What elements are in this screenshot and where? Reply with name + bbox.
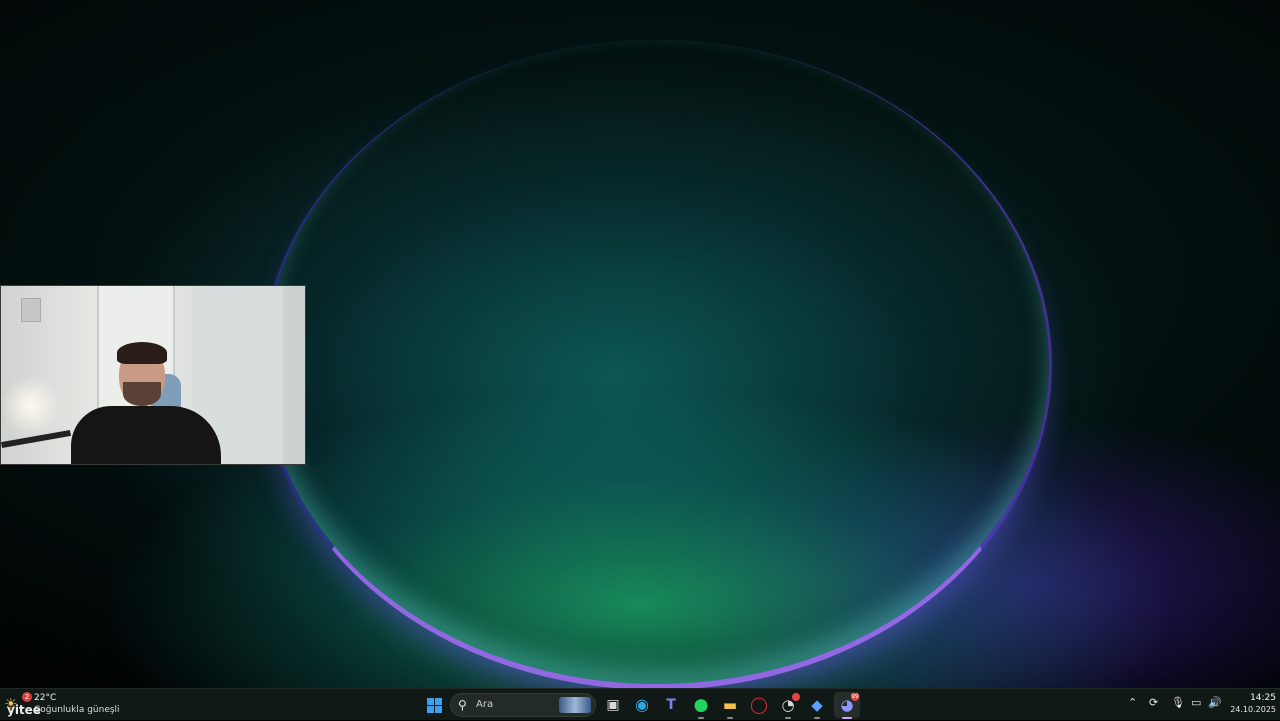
stream-watermark: yitee — [7, 703, 41, 717]
taskbar-app-clock[interactable]: ◔ — [775, 692, 801, 719]
task-view-button[interactable]: ▣ — [600, 692, 626, 718]
taskbar-app-edge[interactable]: ◉ — [629, 692, 655, 718]
wallpaper-bloom-orb — [262, 40, 1052, 688]
webcam-wall-panel — [21, 298, 41, 322]
running-indicator — [698, 717, 704, 719]
search-placeholder: Ara — [476, 699, 494, 710]
weather-temperature: 22°C — [34, 693, 57, 703]
running-indicator — [727, 717, 733, 719]
webcam-person-body — [71, 406, 221, 464]
app-notification-dot — [792, 693, 800, 701]
sync-icon[interactable]: ⟳ — [1149, 697, 1158, 708]
running-indicator — [842, 717, 852, 719]
taskbar-app-opera[interactable]: ◯ — [746, 692, 772, 718]
taskbar-app-spotify[interactable]: ● — [688, 692, 714, 719]
running-indicator — [785, 717, 791, 719]
clock-date: 24.10.2025 — [1230, 705, 1276, 714]
volume-icon[interactable]: 🔊 — [1208, 697, 1222, 708]
spotify-icon: ● — [693, 694, 709, 715]
taskbar-app-diamond[interactable]: ◆ — [804, 692, 830, 719]
running-indicator — [814, 717, 820, 719]
microphone-icon[interactable]: 🎙 — [1171, 697, 1185, 708]
discord-badge: 99 — [851, 693, 859, 701]
taskbar-app-file-explorer[interactable]: ▬ — [717, 692, 743, 719]
weather-widget[interactable]: ☀ 2 22°C Çoğunlukla güneşli yitee — [4, 691, 120, 719]
webcam-overlay — [0, 285, 306, 465]
taskbar-search[interactable]: ⚲ Ara — [450, 693, 596, 717]
taskbar-app-discord[interactable]: ◕ 99 — [834, 692, 860, 719]
search-highlight-image — [559, 697, 591, 713]
taskbar-app-teams[interactable]: T — [658, 692, 684, 718]
chevron-up-icon[interactable]: ⌃ — [1128, 697, 1137, 708]
start-button[interactable] — [421, 692, 447, 718]
windows-logo-icon — [426, 697, 442, 713]
search-icon: ⚲ — [458, 698, 467, 712]
clock-time: 14:25 — [1250, 693, 1276, 703]
weather-badge: 2 — [22, 692, 32, 702]
opera-icon: ◯ — [750, 695, 768, 714]
taskbar-clock[interactable]: 14:25 24.10.2025 — [1226, 692, 1276, 716]
task-view-icon: ▣ — [606, 697, 620, 713]
system-tray: ⌃ ⟳ 🎙 ▭ 🔊 — [1124, 689, 1228, 721]
diamond-app-icon: ◆ — [811, 695, 823, 714]
folder-icon: ▬ — [722, 695, 738, 714]
weather-description: Çoğunlukla güneşli — [34, 705, 120, 715]
teams-icon: T — [666, 697, 676, 713]
webcam-person-beard — [123, 382, 161, 406]
taskbar: ☀ 2 22°C Çoğunlukla güneşli yitee ⚲ Ara … — [0, 688, 1280, 720]
webcam-lamp-glow — [1, 376, 61, 436]
edge-icon: ◉ — [635, 695, 649, 714]
webcam-person-hair — [117, 342, 167, 364]
display-icon[interactable]: ▭ — [1191, 697, 1201, 708]
